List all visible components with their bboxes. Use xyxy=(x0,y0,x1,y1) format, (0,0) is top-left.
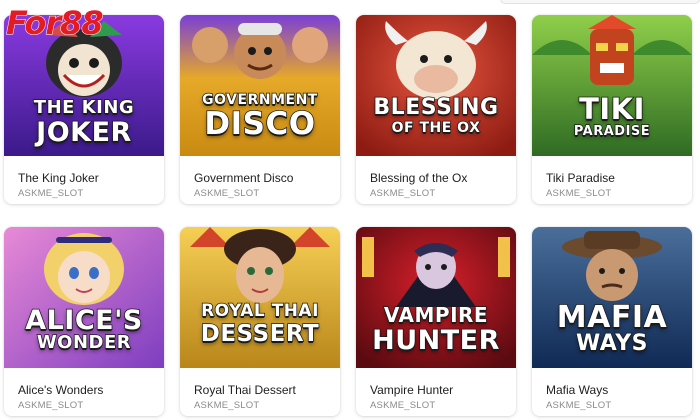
game-meta: Vampire Hunter ASKME_SLOT xyxy=(356,368,516,416)
art-title-line1: THE KING xyxy=(33,97,135,118)
art-title-line2: DESSERT xyxy=(200,321,320,347)
art-title-line2: HUNTER xyxy=(371,325,500,356)
game-title[interactable]: The King Joker xyxy=(18,171,99,185)
game-meta: The King Joker ASKME_SLOT xyxy=(4,156,164,204)
art-title-line1: GOVERNMENT xyxy=(201,92,318,108)
game-title[interactable]: Blessing of the Ox xyxy=(370,171,467,185)
art-title-line1: BLESSING xyxy=(373,95,499,120)
art-title-line2: WAYS xyxy=(575,331,648,356)
art-title-line2: JOKER xyxy=(35,117,132,148)
game-meta: Tiki Paradise ASKME_SLOT xyxy=(532,156,692,204)
game-thumbnail[interactable]: ROYAL THAI DESSERT xyxy=(180,227,340,368)
art-title-line2: PARADISE xyxy=(573,124,651,139)
game-provider: ASKME_SLOT xyxy=(546,188,612,199)
game-meta: Royal Thai Dessert ASKME_SLOT xyxy=(180,368,340,416)
game-title[interactable]: Government Disco xyxy=(194,171,293,185)
game-thumbnail[interactable]: GOVERNMENT DISCO xyxy=(180,15,340,156)
art-title-line1: VAMPIRE xyxy=(383,303,489,327)
art-title-line2: OF THE OX xyxy=(391,120,481,136)
art-title-line1: ROYAL THAI xyxy=(200,301,319,321)
game-card-the-king-joker[interactable]: THE KING JOKER The King Joker ASKME_SLOT xyxy=(4,15,164,204)
art-title-line2: WONDER xyxy=(36,332,132,353)
game-card-royal-thai-dessert[interactable]: ROYAL THAI DESSERT Royal Thai Dessert AS… xyxy=(180,227,340,416)
game-card-vampire-hunter[interactable]: VAMPIRE HUNTER Vampire Hunter ASKME_SLOT xyxy=(356,227,516,416)
game-provider: ASKME_SLOT xyxy=(194,400,260,411)
game-title[interactable]: Alice's Wonders xyxy=(18,383,103,397)
art-title-line1: MAFIA xyxy=(556,300,668,335)
game-grid: THE KING JOKER The King Joker ASKME_SLOT… xyxy=(0,0,700,420)
game-card-blessing-of-the-ox[interactable]: BLESSING OF THE OX Blessing of the Ox AS… xyxy=(356,15,516,204)
game-title[interactable]: Royal Thai Dessert xyxy=(194,383,296,397)
art-title-line2: DISCO xyxy=(204,106,316,142)
game-title[interactable]: Tiki Paradise xyxy=(546,171,615,185)
game-provider: ASKME_SLOT xyxy=(18,400,84,411)
game-thumbnail[interactable]: BLESSING OF THE OX xyxy=(356,15,516,156)
game-provider: ASKME_SLOT xyxy=(194,188,260,199)
art-title-line1: ALICE'S xyxy=(24,305,143,336)
brand-logo: For88 xyxy=(4,2,122,43)
game-meta: Government Disco ASKME_SLOT xyxy=(180,156,340,204)
game-provider: ASKME_SLOT xyxy=(546,400,612,411)
game-provider: ASKME_SLOT xyxy=(370,400,436,411)
game-meta: Mafia Ways ASKME_SLOT xyxy=(532,368,692,416)
game-card-government-disco[interactable]: GOVERNMENT DISCO Government Disco ASKME_… xyxy=(180,15,340,204)
game-card-mafia-ways[interactable]: MAFIA WAYS Mafia Ways ASKME_SLOT xyxy=(532,227,692,416)
art-title-line1: TIKI xyxy=(578,92,645,126)
game-card-tiki-paradise[interactable]: TIKI PARADISE Tiki Paradise ASKME_SLOT xyxy=(532,15,692,204)
game-provider: ASKME_SLOT xyxy=(370,188,436,199)
logo-text: For88 xyxy=(6,4,103,42)
game-thumbnail[interactable]: VAMPIRE HUNTER xyxy=(356,227,516,368)
game-thumbnail[interactable]: TIKI PARADISE xyxy=(532,15,692,156)
game-thumbnail[interactable]: ALICE'S WONDER xyxy=(4,227,164,368)
game-title[interactable]: Mafia Ways xyxy=(546,383,608,397)
game-meta: Blessing of the Ox ASKME_SLOT xyxy=(356,156,516,204)
game-provider: ASKME_SLOT xyxy=(18,188,84,199)
game-meta: Alice's Wonders ASKME_SLOT xyxy=(4,368,164,416)
game-card-alices-wonders[interactable]: ALICE'S WONDER Alice's Wonders ASKME_SLO… xyxy=(4,227,164,416)
game-thumbnail[interactable]: MAFIA WAYS xyxy=(532,227,692,368)
game-title[interactable]: Vampire Hunter xyxy=(370,383,453,397)
